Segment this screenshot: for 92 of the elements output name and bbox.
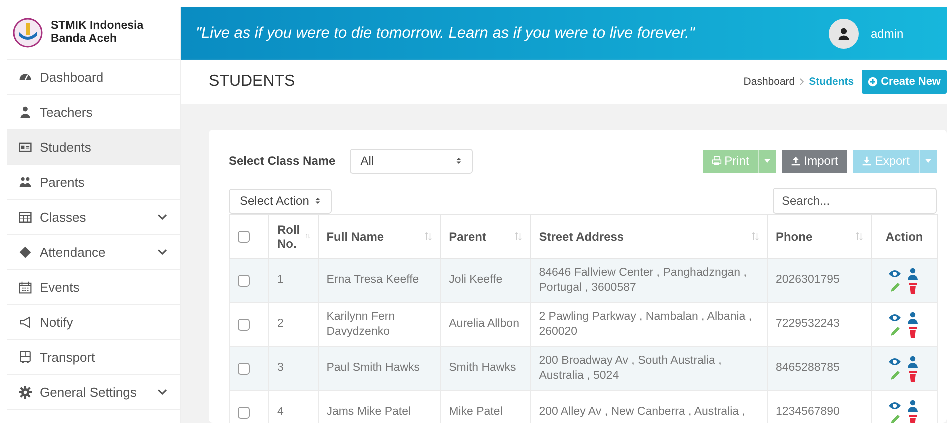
table-cell: 84646 Fallview Center , Panghadzngan , Portugal , 3600587 <box>539 266 747 294</box>
checkbox[interactable] <box>238 362 250 374</box>
bus-icon <box>19 350 32 364</box>
megaphone-icon <box>19 316 32 328</box>
table-cell: 4 <box>277 406 284 418</box>
breadcrumb-link[interactable]: Dashboard <box>744 76 796 88</box>
checkbox[interactable] <box>238 230 250 242</box>
table-cell: 7229532243 <box>776 318 840 330</box>
column-header[interactable]: Phone <box>776 230 813 244</box>
avatar[interactable] <box>829 18 859 48</box>
person-icon <box>837 26 851 40</box>
action-select[interactable]: Select Action <box>229 188 332 214</box>
logo-icon <box>13 18 43 48</box>
page-title: STUDENTS <box>209 73 296 91</box>
table-cell: Smith Hawks <box>449 362 516 374</box>
checkbox[interactable] <box>238 274 250 286</box>
checkbox[interactable] <box>238 318 250 330</box>
person-icon[interactable] <box>906 356 919 368</box>
sort-icon <box>306 232 310 241</box>
upload-icon <box>791 156 802 166</box>
table-cell: Paul Smith Hawks <box>326 362 420 374</box>
sidebar-item[interactable]: General Settings <box>7 375 180 410</box>
download-icon <box>862 156 872 166</box>
caret-down-icon <box>925 159 932 163</box>
table-cell: 1 <box>277 274 284 286</box>
diamond-icon <box>19 246 32 258</box>
delete-icon[interactable] <box>906 414 919 423</box>
search-field[interactable]: Search... <box>773 188 937 214</box>
table-icon <box>19 210 32 224</box>
table-cell: 200 Broadway Av , South Australia , Australia , 5024 <box>539 354 722 382</box>
sidebar-item[interactable]: Parents <box>7 165 180 200</box>
view-icon[interactable] <box>888 268 901 280</box>
person-icon[interactable] <box>906 312 919 324</box>
person-icon <box>19 106 32 118</box>
table-cell: Erna Tresa Keeffe <box>326 274 420 286</box>
brand-name: STMIK Indonesia <box>51 20 144 33</box>
column-header[interactable]: Action <box>886 230 924 244</box>
table-cell: 2 Pawling Parkway , Nambalan , Albania , 260020 <box>539 310 752 338</box>
column-header[interactable]: Street Address <box>539 230 624 244</box>
delete-icon[interactable] <box>906 282 919 294</box>
caret-down-icon <box>764 159 772 163</box>
edit-icon[interactable] <box>888 414 901 423</box>
sort-arrows-icon <box>315 197 321 205</box>
sort-icon <box>425 232 432 241</box>
chevron-down-icon <box>157 246 168 258</box>
table-cell: Karilynn Fern Davydzenko <box>326 310 396 338</box>
sort-icon <box>752 232 759 241</box>
view-icon[interactable] <box>888 400 901 412</box>
column-header[interactable]: Parent <box>449 230 486 244</box>
table-cell: 1234567890 <box>776 406 840 418</box>
class-select[interactable]: All <box>350 148 473 174</box>
sort-icon <box>515 232 522 241</box>
sidebar-item[interactable]: Attendance <box>7 235 180 270</box>
view-icon[interactable] <box>888 356 901 368</box>
chevron-right-icon <box>799 78 806 86</box>
delete-icon[interactable] <box>906 370 919 382</box>
table-cell: 200 Alley Av , New Canberra , Australia , <box>539 406 746 418</box>
calendar-icon <box>19 280 32 294</box>
field-label: Select Class Name <box>229 154 336 168</box>
settings-icon <box>19 386 32 398</box>
view-icon[interactable] <box>888 312 901 324</box>
sidebar-item[interactable]: Dashboard <box>7 60 180 95</box>
quote-text: "Live as if you were to die tomorrow. Learn as if you were to live forever." <box>196 24 696 42</box>
column-header[interactable]: Full Name <box>326 230 384 244</box>
sidebar-item[interactable]: Classes <box>7 200 180 235</box>
table-cell: 2026301795 <box>776 274 840 286</box>
brand-location: Banda Aceh <box>51 33 118 46</box>
table-cell: 3 <box>277 362 284 374</box>
sort-icon <box>856 232 864 241</box>
table-cell: Joli Keeffe <box>449 274 503 286</box>
chevron-down-icon <box>157 212 168 222</box>
toolbar-button[interactable]: Import <box>782 150 848 172</box>
chevron-down-icon <box>157 386 168 398</box>
person-icon[interactable] <box>906 400 919 412</box>
checkbox[interactable] <box>238 406 250 418</box>
table-cell: Aurelia Allbon <box>449 318 520 330</box>
plus-circle-icon <box>868 77 878 87</box>
table-cell: 8465288785 <box>776 362 840 374</box>
table-cell: 2 <box>277 318 284 330</box>
sidebar-item[interactable]: Notify <box>7 305 180 340</box>
sidebar-item[interactable]: Transport <box>7 340 180 375</box>
edit-icon[interactable] <box>888 326 901 338</box>
delete-icon[interactable] <box>906 326 919 338</box>
sidebar-item[interactable]: Students <box>7 130 180 165</box>
sidebar-item[interactable]: Events <box>7 270 180 305</box>
id-card-icon <box>19 140 32 154</box>
person-icon[interactable] <box>906 268 919 280</box>
table-cell: Mike Patel <box>449 406 503 418</box>
table-cell: Jams Mike Patel <box>326 406 412 418</box>
printer-icon <box>712 156 722 166</box>
sort-arrows-icon <box>456 157 462 165</box>
people-icon <box>19 176 32 188</box>
